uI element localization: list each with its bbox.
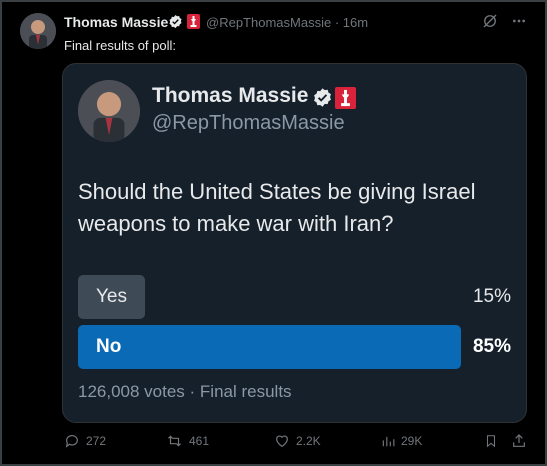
poll-bar-no [78,325,461,369]
poll-option-no: No 85% [78,325,511,369]
verified-badge-icon [168,14,183,34]
poll-author-avatar[interactable] [78,80,140,142]
post-meta: @RepThomasMassie · 16m [206,15,368,30]
more-icon[interactable] [511,13,527,34]
flag-icon [187,14,200,29]
author-avatar[interactable] [20,13,56,49]
like-icon [276,435,288,448]
author-name-text[interactable]: Thomas Massie [64,14,168,30]
author-name[interactable]: Thomas Massie [64,14,168,30]
like-count: 2.2K [296,434,321,448]
repost-icon [168,435,181,447]
poll-author-name[interactable]: Thomas Massie [152,84,308,108]
reply-count: 272 [86,434,107,448]
bookmark-icon [486,435,496,448]
poll-option-label: Yes [96,286,127,307]
like-button[interactable]: 2.2K [274,433,321,449]
poll-option-label: No [96,336,122,357]
meta-separator: · [334,15,340,30]
poll-option-percent: 85% [472,336,511,357]
poll-question: Should the United States be giving Israe… [78,179,476,236]
views-count: 29K [401,434,423,448]
bookmark-button[interactable] [484,433,498,449]
reply-icon [65,435,78,448]
post-text: Final results of poll: [64,38,176,53]
poll-option-percent: 15% [472,286,511,307]
author-handle[interactable]: @RepThomasMassie [206,15,331,30]
share-icon [513,434,525,447]
poll-footer: 126,008 votes · Final results [78,382,292,401]
views-button[interactable]: 29K [381,433,422,449]
poll-verified-badge-icon [312,87,333,113]
poll-flag-icon [335,87,356,109]
repost-count: 461 [189,434,210,448]
poll-author-handle[interactable]: @RepThomasMassie [152,112,345,135]
reply-button[interactable]: 272 [64,433,106,449]
poll-card[interactable]: Thomas Massie @RepThomasMassie Should th… [62,63,527,423]
post-time[interactable]: 16m [343,15,368,30]
grok-icon[interactable] [481,12,499,35]
views-icon [382,436,395,447]
share-button[interactable] [511,433,527,449]
poll-option-yes: Yes 15% [78,275,511,319]
repost-button[interactable]: 461 [166,433,209,449]
